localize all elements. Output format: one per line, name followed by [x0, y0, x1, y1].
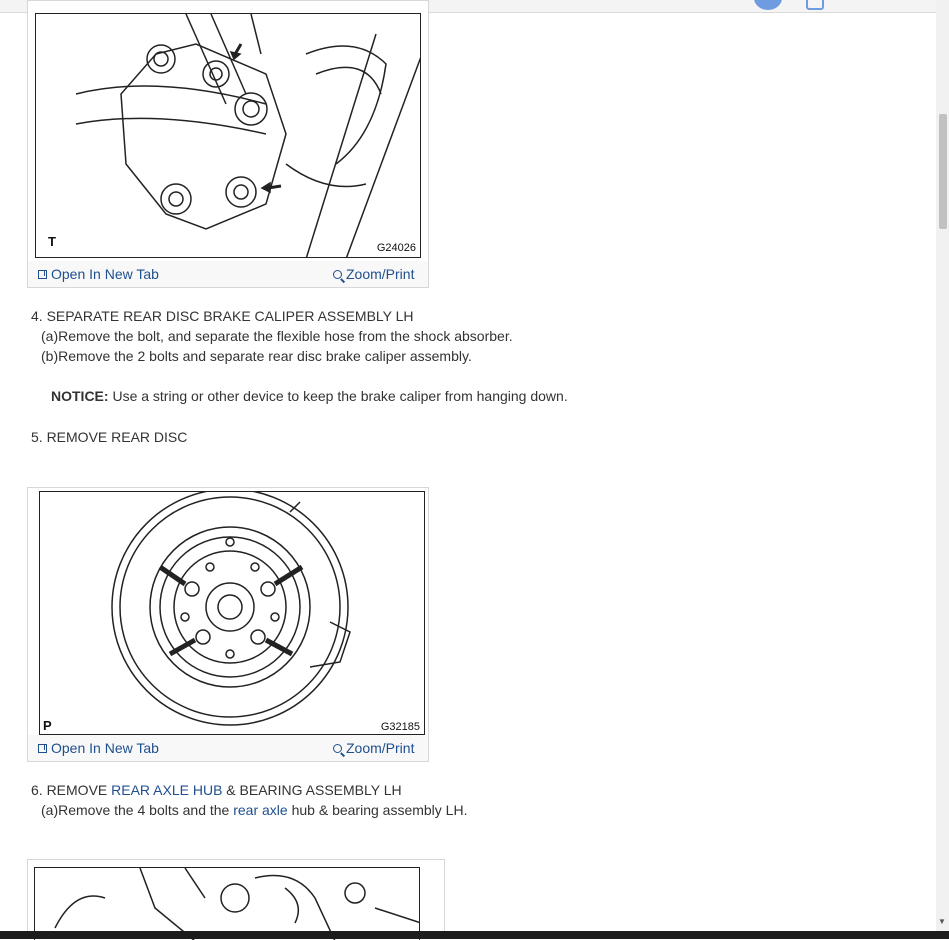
zoom-icon: [333, 269, 342, 279]
open-new-tab-icon: [38, 743, 47, 753]
step4-heading: 4. SEPARATE REAR DISC BRAKE CALIPER ASSE…: [31, 308, 414, 324]
vertical-scrollbar[interactable]: ▼: [936, 0, 949, 931]
step6-heading-suffix: & BEARING ASSEMBLY LH: [222, 782, 402, 798]
figure-rear-disc: P G32185 Open In New Tab Zoom/Print: [27, 487, 429, 762]
scroll-down-icon[interactable]: ▼: [938, 917, 946, 926]
figure-actions: Open In New Tab Zoom/Print: [28, 735, 428, 761]
open-new-tab-icon: [38, 269, 47, 279]
figure-code: G32185: [380, 721, 420, 733]
step5-heading: 5. REMOVE REAR DISC: [31, 429, 188, 445]
scrollbar-thumb[interactable]: [939, 114, 947, 229]
zoom-icon: [333, 743, 342, 753]
figure-code: G24026: [376, 242, 416, 254]
rear-axle-hub-link[interactable]: REAR AXLE HUB: [111, 782, 222, 798]
caliper-illustration: T G24026: [35, 13, 421, 258]
step4-b: (b)Remove the 2 bolts and separate rear …: [41, 348, 472, 364]
open-in-new-tab-link[interactable]: Open In New Tab: [38, 266, 159, 282]
axle-hub-illustration: [34, 867, 420, 940]
notice-text: Use a string or other device to keep the…: [108, 388, 568, 404]
step6-a: (a)Remove the 4 bolts and the rear axle …: [41, 802, 467, 818]
taskbar: [0, 931, 949, 939]
step6-heading-prefix: 6. REMOVE: [31, 782, 112, 798]
step6-a-prefix: (a)Remove the 4 bolts and the: [41, 802, 234, 818]
step6-heading: 6. REMOVE REAR AXLE HUB & BEARING ASSEMB…: [31, 782, 402, 798]
open-in-new-tab-label: Open In New Tab: [51, 740, 159, 756]
zoom-print-link[interactable]: Zoom/Print: [333, 740, 414, 756]
figure-letter: T: [48, 234, 56, 249]
profile-avatar[interactable]: [754, 0, 782, 10]
open-in-new-tab-link[interactable]: Open In New Tab: [38, 740, 159, 756]
extension-icon[interactable]: [806, 0, 824, 10]
step4-notice: NOTICE: Use a string or other device to …: [51, 388, 568, 404]
figure-actions: Open In New Tab Zoom/Print: [28, 261, 428, 287]
open-in-new-tab-label: Open In New Tab: [51, 266, 159, 282]
notice-label: NOTICE:: [51, 388, 109, 404]
zoom-print-label: Zoom/Print: [346, 266, 415, 282]
rear-axle-link[interactable]: rear axle: [233, 802, 287, 818]
zoom-print-link[interactable]: Zoom/Print: [333, 266, 414, 282]
step4-a: (a)Remove the bolt, and separate the fle…: [41, 328, 513, 344]
figure-axle-hub: [27, 859, 445, 940]
step6-a-suffix: hub & bearing assembly LH.: [287, 802, 468, 818]
zoom-print-label: Zoom/Print: [346, 740, 415, 756]
rear-disc-illustration: P G32185: [39, 491, 425, 735]
figure-caliper: T G24026 Open In New Tab Zoom/Print: [27, 0, 429, 288]
figure-letter: P: [43, 718, 52, 733]
